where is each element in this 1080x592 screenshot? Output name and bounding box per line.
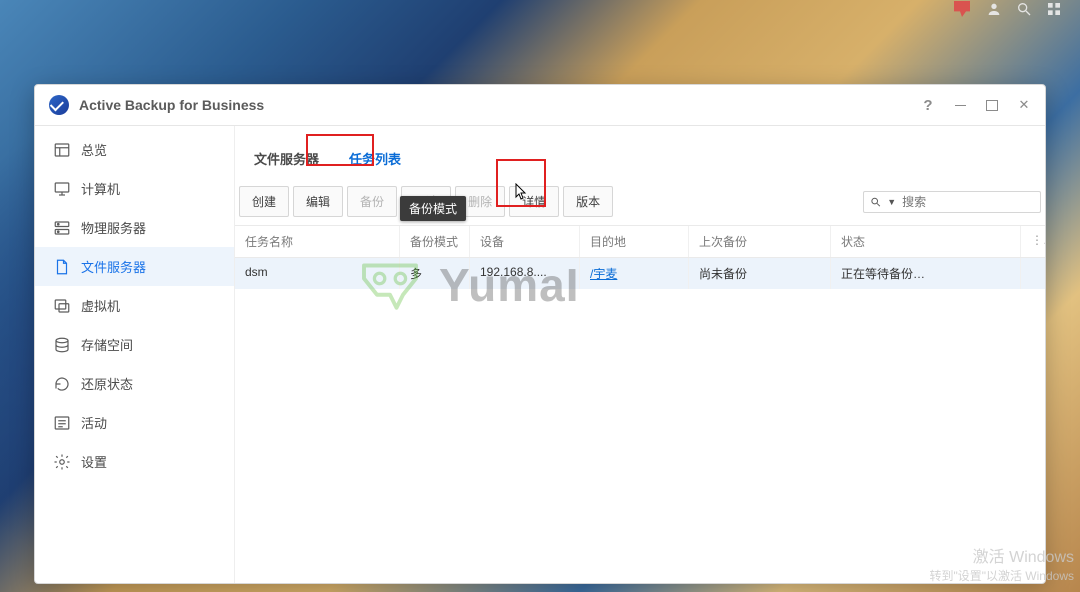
close-button[interactable]	[1015, 96, 1033, 114]
user-icon[interactable]	[986, 1, 1002, 17]
sidebar-item-label: 存储空间	[81, 335, 133, 354]
system-taskbar	[952, 0, 1080, 16]
col-more[interactable]: ⋮	[1021, 226, 1045, 257]
search-dropdown-caret[interactable]: ▼	[887, 197, 896, 207]
tab-bar: 文件服务器 任务列表	[235, 126, 1045, 178]
delete-button[interactable]: 删除	[455, 186, 505, 217]
os-watermark-line2: 转到"设置"以激活 Windows	[929, 567, 1074, 584]
window-title: Active Backup for Business	[79, 97, 264, 113]
database-icon	[53, 336, 71, 354]
col-dest[interactable]: 目的地	[580, 226, 689, 257]
sidebar-item-label: 总览	[81, 140, 107, 159]
restore-icon	[53, 375, 71, 393]
app-icon	[49, 95, 69, 115]
minimize-button[interactable]	[951, 96, 969, 114]
activity-icon	[53, 414, 71, 432]
edit-button[interactable]: 编辑	[293, 186, 343, 217]
cancel-button[interactable]: 取消	[401, 186, 451, 217]
sidebar-item-overview[interactable]: 总览	[35, 130, 234, 169]
sidebar-item-settings[interactable]: 设置	[35, 442, 234, 481]
backup-button[interactable]: 备份	[347, 186, 397, 217]
create-button[interactable]: 创建	[239, 186, 289, 217]
grid-icon[interactable]	[1046, 1, 1062, 17]
dashboard-icon	[53, 141, 71, 159]
cell-status: 正在等待备份…	[831, 258, 1021, 289]
col-task-name[interactable]: 任务名称	[235, 226, 400, 257]
os-activation-watermark: 激活 Windows 转到"设置"以激活 Windows	[929, 543, 1074, 584]
search-input[interactable]	[902, 195, 1034, 209]
notification-icon[interactable]	[952, 1, 972, 17]
maximize-button[interactable]	[983, 96, 1001, 114]
sidebar-item-label: 计算机	[81, 179, 120, 198]
os-watermark-line1: 激活 Windows	[929, 543, 1074, 567]
gear-icon	[53, 453, 71, 471]
file-server-icon	[53, 258, 71, 276]
tab-file-server[interactable]: 文件服务器	[239, 138, 334, 178]
sidebar-item-label: 文件服务器	[81, 257, 146, 276]
sidebar-item-label: 虚拟机	[81, 296, 120, 315]
server-icon	[53, 219, 71, 237]
sidebar-item-label: 设置	[81, 452, 107, 471]
title-bar: Active Backup for Business	[35, 85, 1045, 126]
cell-dest: /宇麦	[580, 258, 689, 289]
help-button[interactable]	[919, 96, 937, 114]
sidebar-item-restore[interactable]: 还原状态	[35, 364, 234, 403]
col-status[interactable]: 状态	[831, 226, 1021, 257]
vm-icon	[53, 297, 71, 315]
dest-link[interactable]: /宇麦	[590, 267, 617, 281]
main-panel: 文件服务器 任务列表 创建 编辑 备份 取消 删除 详情 版本 ▼	[235, 126, 1045, 583]
sidebar: 总览 计算机 物理服务器 文件服务器 虚拟机 存储空间	[35, 126, 235, 583]
col-device[interactable]: 设备	[470, 226, 580, 257]
toolbar: 创建 编辑 备份 取消 删除 详情 版本 ▼	[235, 178, 1045, 225]
sidebar-item-activity[interactable]: 活动	[35, 403, 234, 442]
sidebar-item-physical-server[interactable]: 物理服务器	[35, 208, 234, 247]
sidebar-item-label: 还原状态	[81, 374, 133, 393]
tab-task-list[interactable]: 任务列表	[334, 138, 416, 178]
col-backup-mode[interactable]: 备份模式	[400, 226, 470, 257]
cell-device: 192.168.8....	[470, 258, 580, 289]
table-row[interactable]: dsm 多 192.168.8.... /宇麦 尚未备份 正在等待备份…	[235, 258, 1045, 289]
cell-mode: 多	[400, 258, 470, 289]
sidebar-item-computer[interactable]: 计算机	[35, 169, 234, 208]
sidebar-item-storage[interactable]: 存储空间	[35, 325, 234, 364]
col-last-backup[interactable]: 上次备份	[689, 226, 831, 257]
cell-name: dsm	[235, 258, 400, 289]
search-icon[interactable]	[1016, 1, 1032, 17]
app-window: Active Backup for Business 总览 计算机 物理服务器	[34, 84, 1046, 584]
magnifier-icon	[870, 195, 881, 209]
sidebar-item-label: 活动	[81, 413, 107, 432]
table-header: 任务名称 备份模式 设备 目的地 上次备份 状态 ⋮	[235, 225, 1045, 258]
sidebar-item-label: 物理服务器	[81, 218, 146, 237]
search-box[interactable]: ▼	[863, 191, 1041, 213]
version-button[interactable]: 版本	[563, 186, 613, 217]
sidebar-item-file-server[interactable]: 文件服务器	[35, 247, 234, 286]
monitor-icon	[53, 180, 71, 198]
window-controls	[919, 96, 1033, 114]
sidebar-item-vm[interactable]: 虚拟机	[35, 286, 234, 325]
details-button[interactable]: 详情	[509, 186, 559, 217]
cell-last: 尚未备份	[689, 258, 831, 289]
